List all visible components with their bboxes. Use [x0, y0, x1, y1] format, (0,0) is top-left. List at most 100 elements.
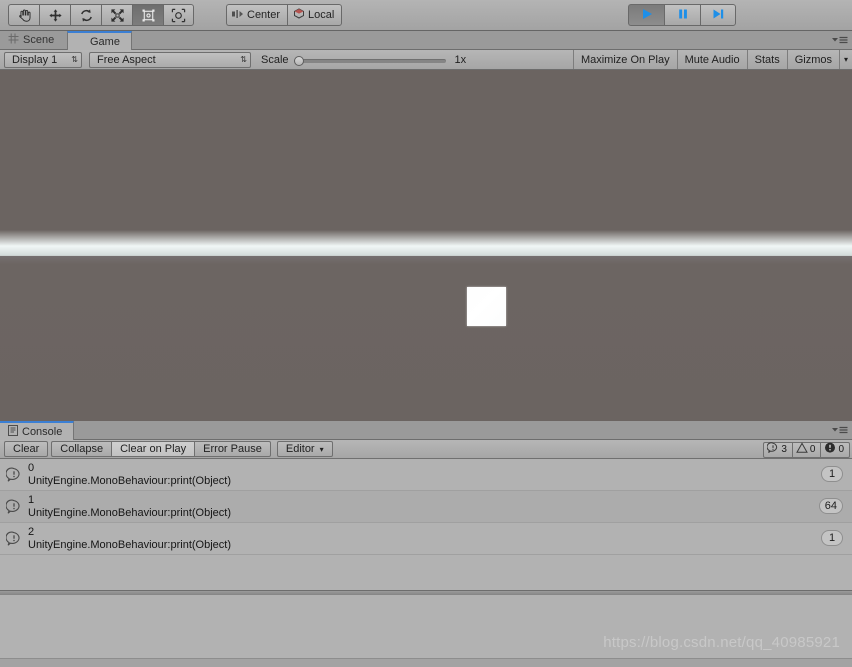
move-icon — [48, 8, 63, 23]
transform-icon — [171, 8, 186, 23]
filter-warning-count: 0 — [809, 444, 816, 455]
hand-tool-button[interactable] — [8, 4, 39, 26]
pivot-rotation-button[interactable]: Local — [287, 4, 343, 26]
status-bar — [0, 658, 852, 667]
error-icon — [824, 442, 836, 457]
mute-audio-button[interactable]: Mute Audio — [676, 50, 747, 69]
pivot-group: Center Local — [226, 4, 343, 26]
console-icon — [8, 424, 18, 439]
clear-on-play-label: Clear on Play — [120, 443, 187, 455]
scale-label: Scale — [261, 53, 289, 66]
clear-on-play-button[interactable]: Clear on Play — [111, 441, 195, 457]
table-row[interactable]: 0 UnityEngine.MonoBehaviour:print(Object… — [0, 459, 852, 491]
game-view-toolbar: Display 1 ⇅ Free Aspect ⇅ Scale 1x Maxim… — [0, 50, 852, 70]
table-row[interactable]: 1 UnityEngine.MonoBehaviour:print(Object… — [0, 491, 852, 523]
scene-icon — [8, 33, 19, 47]
log-count-badge: 1 — [821, 530, 843, 546]
game-toolbar-right: Maximize On Play Mute Audio Stats Gizmos… — [572, 50, 852, 69]
step-button[interactable] — [700, 4, 736, 26]
log-icon — [0, 467, 28, 483]
error-pause-button[interactable]: Error Pause — [194, 441, 271, 457]
step-icon — [711, 7, 725, 24]
log-message: 1 — [28, 493, 35, 506]
local-space-icon — [293, 8, 305, 22]
maximize-on-play-label: Maximize On Play — [580, 53, 670, 66]
filter-error-toggle[interactable]: 0 — [820, 441, 850, 458]
gizmos-dropdown-button[interactable]: ▾ — [838, 50, 852, 69]
log-count-badge: 64 — [818, 498, 843, 514]
filter-warning-toggle[interactable]: 0 — [791, 441, 821, 458]
console-panel: Console Clear Collapse Clear on Play Err… — [0, 421, 852, 667]
collapse-button-label: Collapse — [60, 443, 104, 455]
log-message: 2 — [28, 525, 35, 538]
log-icon — [0, 499, 28, 515]
tab-console[interactable]: Console — [0, 421, 75, 440]
table-row[interactable]: 2 UnityEngine.MonoBehaviour:print(Object… — [0, 523, 852, 555]
log-stack: UnityEngine.MonoBehaviour:print(Object) — [28, 506, 231, 519]
gizmos-button[interactable]: Gizmos — [786, 50, 839, 69]
editor-dropdown-label: Editor — [285, 443, 315, 455]
white-cube-object — [467, 287, 506, 326]
scale-tool-button[interactable] — [101, 4, 132, 26]
clear-button[interactable]: Clear — [4, 441, 49, 457]
clear-button-label: Clear — [13, 443, 40, 455]
sky-gradient — [0, 70, 852, 256]
rect-transform-icon — [141, 8, 156, 23]
display-dropdown[interactable]: Display 1 ⇅ — [4, 51, 82, 68]
maximize-on-play-button[interactable]: Maximize On Play — [572, 50, 677, 69]
log-stack: UnityEngine.MonoBehaviour:print(Object) — [28, 538, 231, 551]
scale-slider[interactable] — [293, 52, 446, 68]
stats-button[interactable]: Stats — [746, 50, 787, 69]
chevron-updown-icon: ⇅ — [71, 54, 78, 64]
pause-icon — [676, 7, 690, 24]
chevron-down-icon: ▾ — [319, 444, 324, 454]
rotate-tool-button[interactable] — [70, 4, 101, 26]
collapse-button[interactable]: Collapse — [51, 441, 112, 457]
aspect-dropdown-label: Free Aspect — [97, 53, 156, 66]
console-tab-bar: Console — [0, 421, 852, 440]
scale-value: 1x — [454, 53, 467, 66]
tab-scene-label: Scene — [23, 34, 55, 46]
hand-icon — [17, 8, 32, 23]
filter-log-toggle[interactable]: 3 — [763, 441, 792, 458]
pivot-center-icon — [232, 9, 244, 22]
tab-console-label: Console — [22, 425, 63, 438]
tab-scene[interactable]: Scene — [0, 31, 66, 49]
main-toolbar: Center Local — [0, 0, 852, 31]
ground-plane — [0, 256, 852, 421]
filter-error-count: 0 — [838, 444, 844, 455]
move-tool-button[interactable] — [39, 4, 70, 26]
log-icon — [766, 442, 779, 457]
scale-slider-knob[interactable] — [293, 55, 304, 66]
filter-log-count: 3 — [781, 444, 787, 455]
aspect-dropdown[interactable]: Free Aspect ⇅ — [89, 51, 251, 68]
game-view-viewport[interactable] — [0, 70, 852, 421]
game-panel-menu-icon[interactable] — [829, 34, 849, 46]
stats-label: Stats — [754, 53, 780, 66]
console-filter-group: 3 0 0 — [763, 441, 850, 458]
log-count-badge: 1 — [821, 466, 843, 482]
display-dropdown-label: Display 1 — [12, 53, 58, 66]
tab-game[interactable]: Game — [67, 31, 132, 50]
pause-button[interactable] — [664, 4, 700, 26]
tab-game-label: Game — [90, 35, 120, 48]
log-icon — [0, 531, 28, 547]
editor-dropdown-button[interactable]: Editor ▾ — [276, 441, 333, 457]
game-icon — [76, 35, 86, 48]
log-message: 0 — [28, 461, 35, 474]
gizmos-label: Gizmos — [794, 53, 832, 66]
play-controls-group — [628, 4, 736, 26]
pivot-mode-button[interactable]: Center — [226, 4, 288, 26]
console-log-list[interactable]: 0 UnityEngine.MonoBehaviour:print(Object… — [0, 459, 852, 590]
play-button[interactable] — [628, 4, 664, 26]
mute-audio-label: Mute Audio — [684, 53, 740, 66]
rect-tool-button[interactable] — [132, 4, 163, 26]
game-tab-bar: Scene Game — [0, 31, 852, 50]
pivot-mode-label: Center — [247, 9, 281, 21]
console-panel-menu-icon[interactable] — [829, 424, 849, 436]
warning-icon — [796, 442, 808, 457]
transform-tool-button[interactable] — [163, 4, 194, 26]
transform-tools-group — [8, 4, 194, 26]
unity-editor-window: Center Local Scene Game Display 1 ⇅ Free… — [0, 0, 852, 667]
console-detail-pane[interactable] — [0, 595, 852, 666]
